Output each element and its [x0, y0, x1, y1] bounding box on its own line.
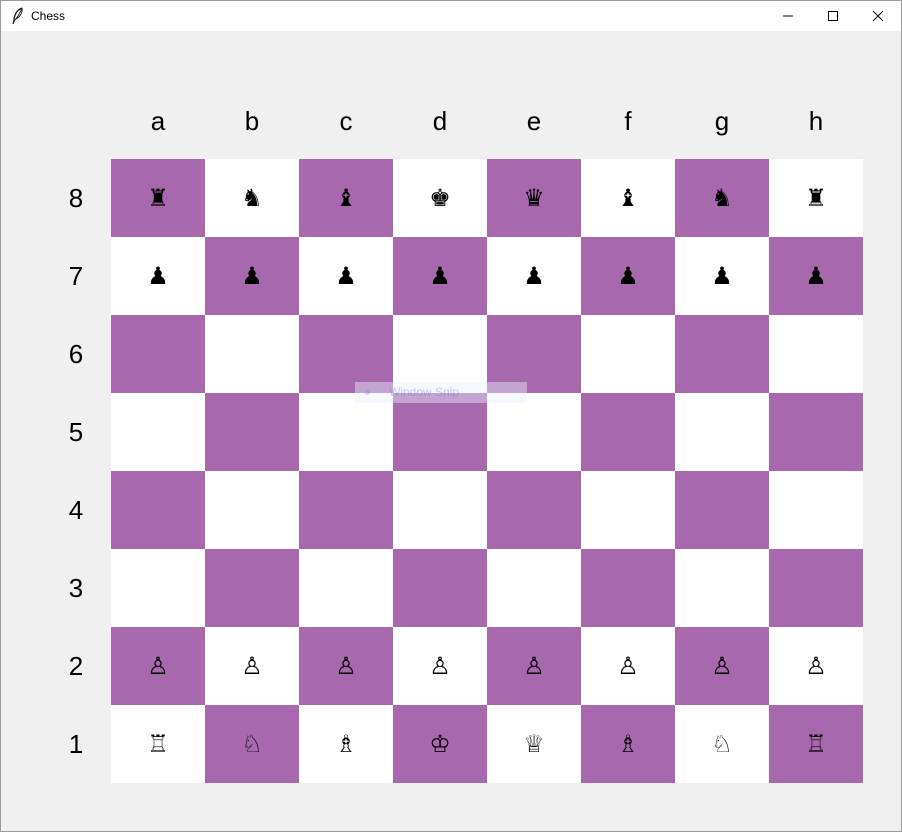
- square-d4[interactable]: [393, 471, 487, 549]
- feather-icon: [11, 7, 25, 25]
- square-b4[interactable]: [205, 471, 299, 549]
- square-h2[interactable]: ♙: [769, 627, 863, 705]
- square-a1[interactable]: ♖: [111, 705, 205, 783]
- square-g8[interactable]: ♞: [675, 159, 769, 237]
- square-e2[interactable]: ♙: [487, 627, 581, 705]
- square-h3[interactable]: [769, 549, 863, 627]
- square-a5[interactable]: [111, 393, 205, 471]
- rank-label-3: 3: [68, 573, 84, 603]
- square-b3[interactable]: [205, 549, 299, 627]
- square-g3[interactable]: [675, 549, 769, 627]
- square-e1[interactable]: ♕: [487, 705, 581, 783]
- square-g2[interactable]: ♙: [675, 627, 769, 705]
- square-d2[interactable]: ♙: [393, 627, 487, 705]
- square-g1[interactable]: ♘: [675, 705, 769, 783]
- square-f1[interactable]: ♗: [581, 705, 675, 783]
- minimize-icon: [782, 10, 794, 22]
- square-b2[interactable]: ♙: [205, 627, 299, 705]
- square-d1[interactable]: ♔: [393, 705, 487, 783]
- rank-label-2: 2: [68, 651, 84, 681]
- chess-board[interactable]: ♜ ♞ ♝ ♚ ♛ ♝ ♞ ♜ ♟ ♟ ♟ ♟ ♟ ♟ ♟ ♟ ♙ ♙ ♙ ♙ ♙ ♙ ♙ ♙ ♖ ♘ ♗ ♔ ♕ ♗ ♘ ♖: [111, 159, 863, 783]
- square-a6[interactable]: [111, 315, 205, 393]
- maximize-button[interactable]: [810, 1, 856, 31]
- square-f5[interactable]: [581, 393, 675, 471]
- square-f3[interactable]: [581, 549, 675, 627]
- close-icon: [872, 10, 884, 22]
- square-h6[interactable]: [769, 315, 863, 393]
- maximize-icon: [827, 10, 839, 22]
- square-h7[interactable]: ♟: [769, 237, 863, 315]
- square-c2[interactable]: ♙: [299, 627, 393, 705]
- rank-label-7: 7: [68, 261, 84, 291]
- file-label-h: h: [808, 106, 824, 136]
- close-button[interactable]: [855, 1, 901, 31]
- rank-label-6: 6: [68, 339, 84, 369]
- rank-label-1: 1: [68, 729, 84, 759]
- title-bar[interactable]: Chess: [1, 1, 901, 31]
- square-f2[interactable]: ♙: [581, 627, 675, 705]
- square-a4[interactable]: [111, 471, 205, 549]
- file-label-g: g: [714, 106, 730, 136]
- square-b7[interactable]: ♟: [205, 237, 299, 315]
- file-label-e: e: [526, 106, 542, 136]
- square-c4[interactable]: [299, 471, 393, 549]
- file-label-a: a: [150, 106, 166, 136]
- square-c8[interactable]: ♝: [299, 159, 393, 237]
- square-d8[interactable]: ♚: [393, 159, 487, 237]
- square-e6[interactable]: [487, 315, 581, 393]
- square-c7[interactable]: ♟: [299, 237, 393, 315]
- square-c5[interactable]: [299, 393, 393, 471]
- square-h1[interactable]: ♖: [769, 705, 863, 783]
- square-d3[interactable]: [393, 549, 487, 627]
- rank-label-5: 5: [68, 417, 84, 447]
- rank-label-8: 8: [68, 183, 84, 213]
- square-e4[interactable]: [487, 471, 581, 549]
- square-a8[interactable]: ♜: [111, 159, 205, 237]
- square-b8[interactable]: ♞: [205, 159, 299, 237]
- square-h4[interactable]: [769, 471, 863, 549]
- square-a3[interactable]: [111, 549, 205, 627]
- file-label-d: d: [432, 106, 448, 136]
- square-g6[interactable]: [675, 315, 769, 393]
- square-h5[interactable]: [769, 393, 863, 471]
- square-h8[interactable]: ♜: [769, 159, 863, 237]
- square-c3[interactable]: [299, 549, 393, 627]
- minimize-button[interactable]: [765, 1, 811, 31]
- square-e8[interactable]: ♛: [487, 159, 581, 237]
- square-d6[interactable]: [393, 315, 487, 393]
- square-e3[interactable]: [487, 549, 581, 627]
- square-d5[interactable]: [393, 393, 487, 471]
- square-f7[interactable]: ♟: [581, 237, 675, 315]
- square-a7[interactable]: ♟: [111, 237, 205, 315]
- file-label-c: c: [339, 106, 353, 136]
- file-label-f: f: [624, 106, 632, 136]
- app-window: Chess abcdefgh 87654321 ♜ ♞ ♝ ♚ ♛ ♝ ♞ ♜ ♟ ♟ ♟ ♟ ♟ ♟ ♟ ♟…: [0, 0, 902, 832]
- file-label-b: b: [244, 106, 260, 136]
- square-b6[interactable]: [205, 315, 299, 393]
- window-title: Chess: [31, 9, 66, 23]
- square-g4[interactable]: [675, 471, 769, 549]
- square-a2[interactable]: ♙: [111, 627, 205, 705]
- square-b5[interactable]: [205, 393, 299, 471]
- square-e5[interactable]: [487, 393, 581, 471]
- square-c6[interactable]: [299, 315, 393, 393]
- square-c1[interactable]: ♗: [299, 705, 393, 783]
- square-e7[interactable]: ♟: [487, 237, 581, 315]
- square-g7[interactable]: ♟: [675, 237, 769, 315]
- square-b1[interactable]: ♘: [205, 705, 299, 783]
- square-f8[interactable]: ♝: [581, 159, 675, 237]
- square-f6[interactable]: [581, 315, 675, 393]
- square-g5[interactable]: [675, 393, 769, 471]
- rank-label-4: 4: [68, 495, 84, 525]
- square-f4[interactable]: [581, 471, 675, 549]
- square-d7[interactable]: ♟: [393, 237, 487, 315]
